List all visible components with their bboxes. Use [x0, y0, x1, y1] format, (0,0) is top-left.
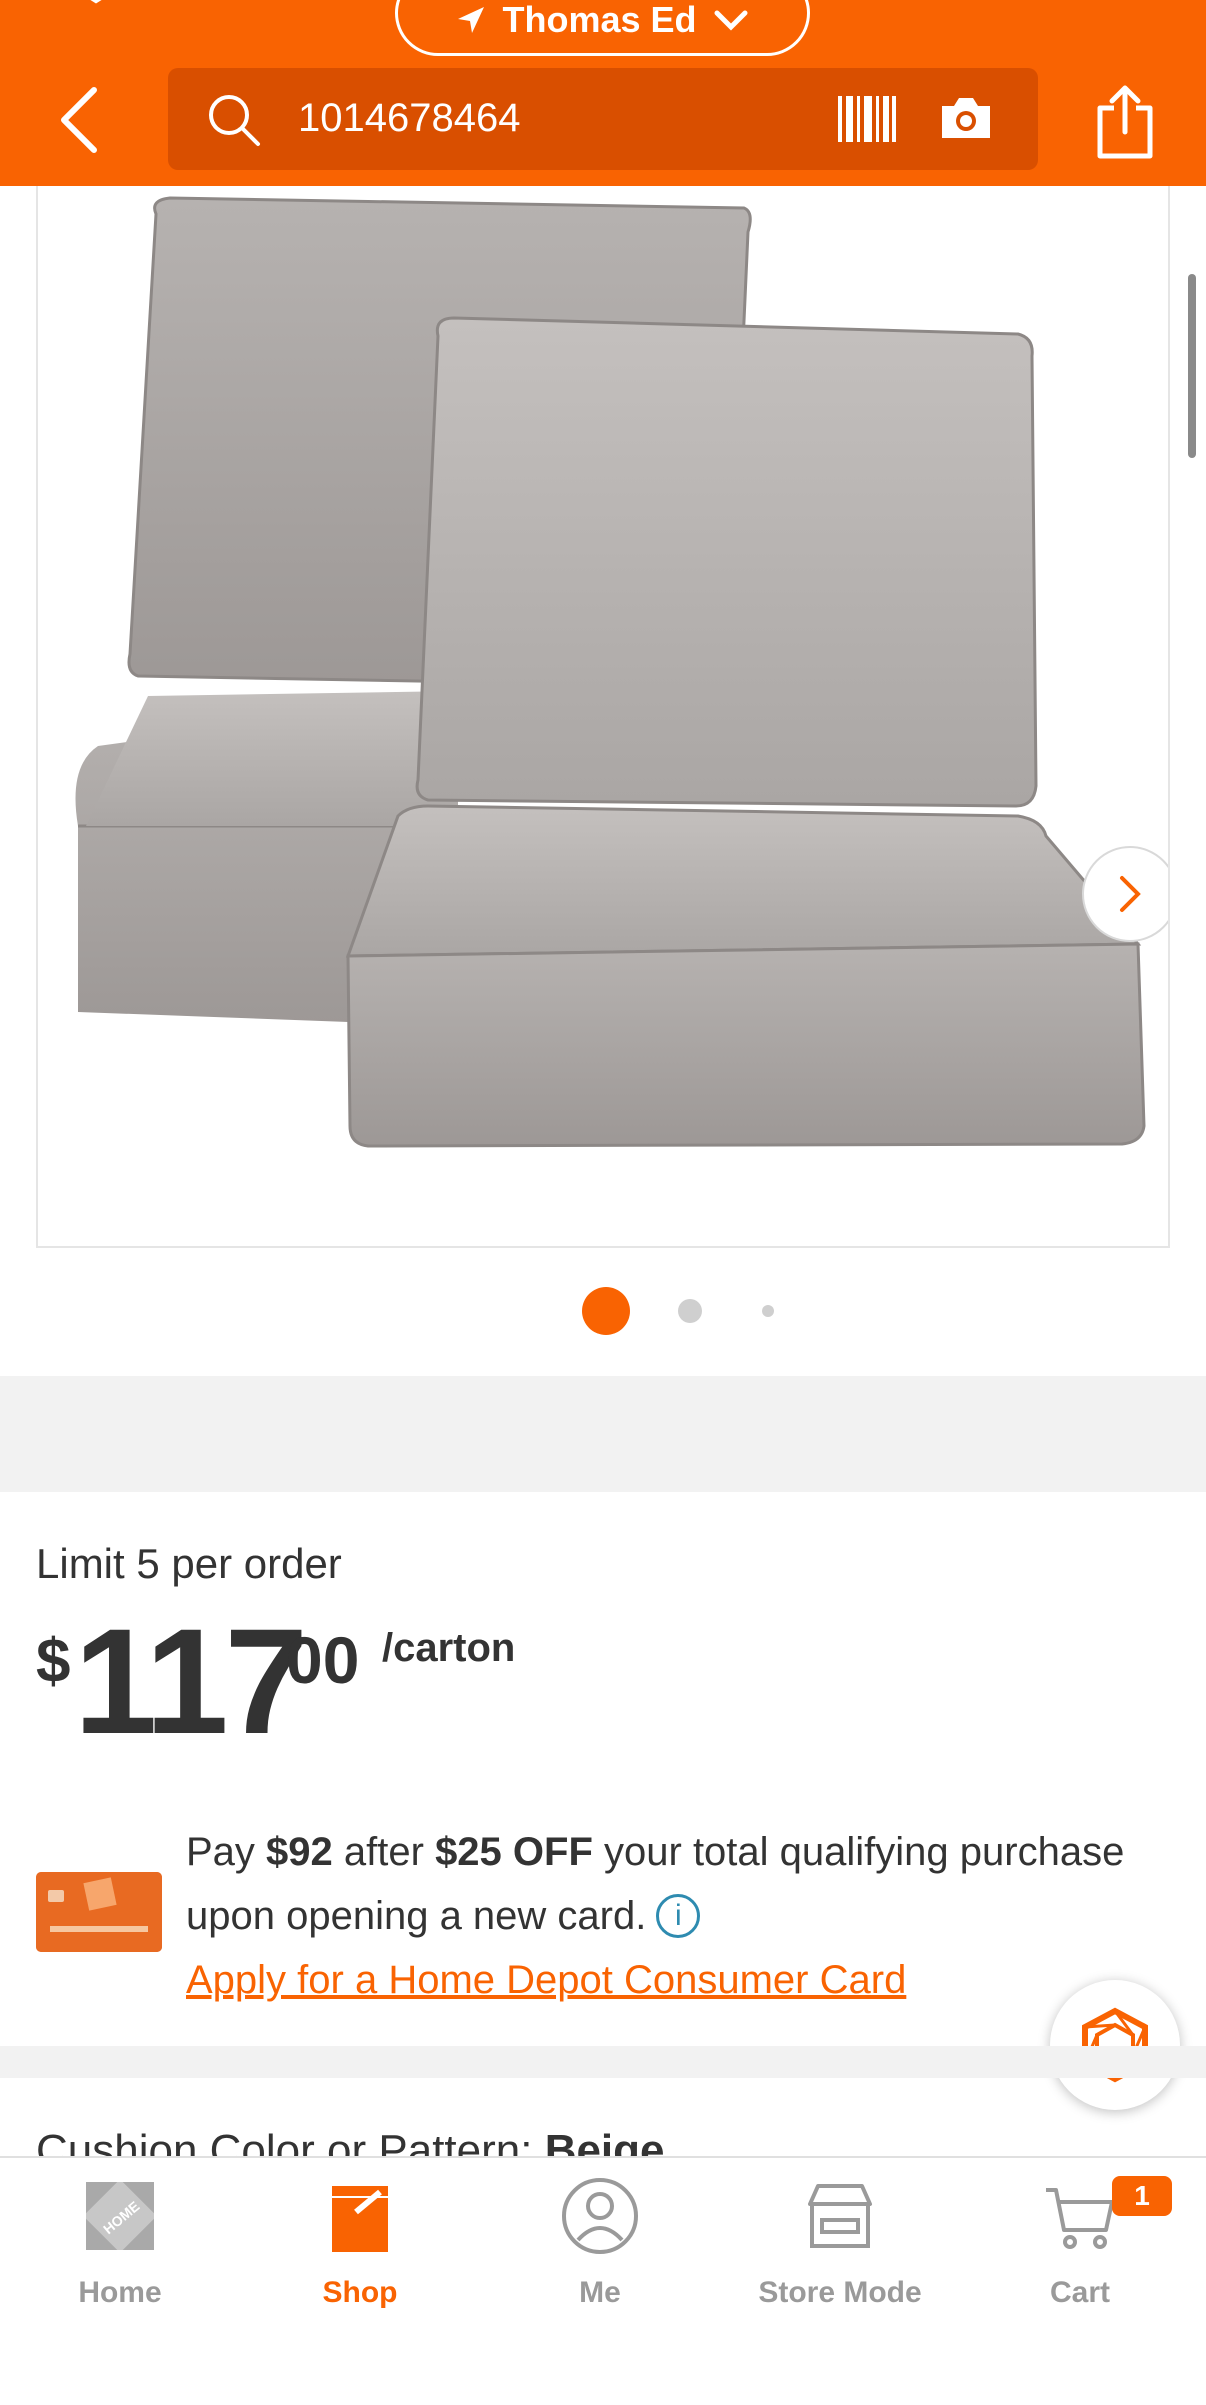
top-header: Thomas Ed 1014678464 [0, 0, 1206, 186]
back-arrow-icon[interactable] [50, 80, 110, 160]
search-bar[interactable]: 1014678464 [168, 68, 1038, 170]
gallery-pagination [0, 1285, 1206, 1335]
credit-card-image [36, 1872, 162, 1952]
nav-home-label: Home [78, 2276, 162, 2309]
info-icon[interactable]: i [656, 1894, 701, 1938]
pagination-dot[interactable] [678, 1299, 702, 1323]
offer-pay-prefix: Pay [186, 1830, 267, 1874]
product-image-card[interactable] [36, 186, 1170, 1248]
shop-icon [332, 2186, 388, 2252]
chevron-down-icon [714, 10, 748, 31]
page-scrollbar[interactable] [1188, 274, 1196, 458]
price-currency: $ [36, 1627, 71, 1696]
close-icon[interactable] [66, 0, 126, 26]
offer-after: after [332, 1830, 436, 1874]
purchase-limit-text: Limit 5 per order [36, 1540, 342, 1587]
cart-icon [1046, 2188, 1114, 2249]
camera-icon[interactable] [938, 94, 994, 142]
search-input[interactable]: 1014678464 [298, 96, 520, 141]
apply-card-link[interactable]: Apply for a Home Depot Consumer Card [186, 1958, 906, 2002]
price-dollars: 117 [74, 1597, 308, 1765]
location-arrow-icon [458, 7, 485, 33]
person-icon [562, 2178, 638, 2254]
cart-count-badge: 1 [1112, 2176, 1172, 2216]
chevron-right-icon [1120, 876, 1141, 912]
nav-shop-label: Shop [322, 2276, 398, 2309]
nav-store-mode-label: Store Mode [758, 2276, 922, 2309]
pagination-dot[interactable] [762, 1305, 774, 1317]
nav-cart-label: Cart [1049, 2276, 1110, 2309]
section-divider [0, 2046, 1206, 2078]
offer-pay-amount: $92 [266, 1830, 333, 1874]
location-label: Thomas Ed [502, 0, 697, 40]
next-image-button[interactable] [1082, 846, 1168, 942]
product-image [75, 196, 1146, 1148]
pagination-dot-active[interactable] [582, 1287, 630, 1335]
barcode-scan-icon[interactable] [836, 92, 898, 146]
search-icon [209, 95, 260, 146]
store-location-selector[interactable]: Thomas Ed [395, 0, 810, 56]
home-depot-logo-icon: HOME [83, 2179, 157, 2253]
store-icon [808, 2184, 872, 2248]
bottom-navigation: HOME Home Shop Me Store Mode Cart [0, 2156, 1206, 2405]
offer-discount: $25 OFF [435, 1830, 593, 1874]
assistant-chat-button[interactable] [1050, 1980, 1180, 2110]
credit-offer: Pay $92 after $25 OFF your total qualify… [186, 1820, 1126, 2012]
price-unit: /carton [382, 1626, 516, 1670]
section-divider [0, 1376, 1206, 1492]
price-cents: 00 [286, 1623, 360, 1697]
share-icon[interactable] [1090, 82, 1160, 162]
nav-me-label: Me [579, 2276, 621, 2309]
